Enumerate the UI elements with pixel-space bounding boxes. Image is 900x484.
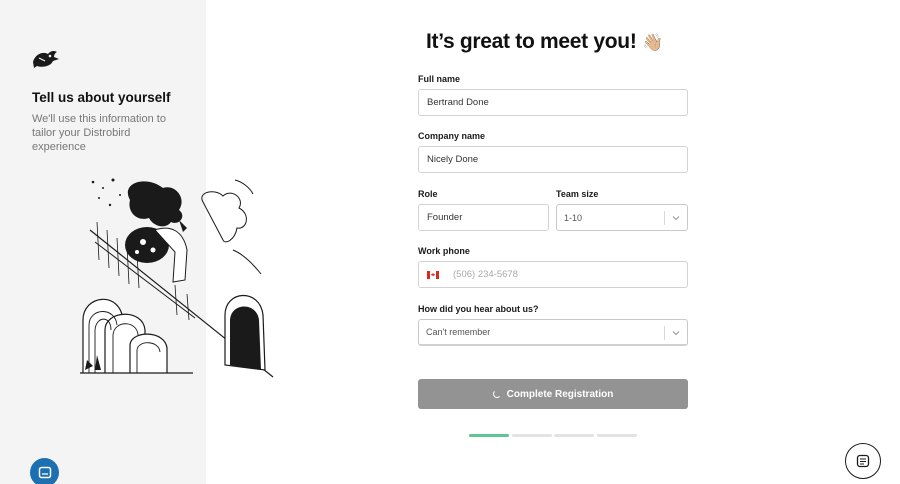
- heard-about-value: Can't remember: [426, 327, 491, 337]
- chevron-down-icon: [672, 216, 680, 221]
- complete-registration-label: Complete Registration: [506, 388, 614, 400]
- select-separator: [664, 326, 665, 340]
- full-name-input[interactable]: Bertrand Done: [418, 89, 688, 116]
- canada-flag-icon[interactable]: [427, 270, 439, 279]
- help-chat-icon: [856, 454, 870, 468]
- page-title: It’s great to meet you! 👋🏼: [426, 30, 663, 54]
- role-value: Founder: [427, 212, 463, 223]
- work-phone-input[interactable]: (506) 234-5678: [418, 261, 688, 288]
- heard-about-select[interactable]: Can't remember: [418, 319, 688, 346]
- complete-registration-button[interactable]: Complete Registration: [418, 379, 688, 409]
- distrobird-logo-icon: [33, 50, 59, 68]
- heard-about-label: How did you hear about us?: [418, 304, 539, 314]
- loading-spinner-icon: [492, 390, 501, 398]
- team-size-label: Team size: [556, 189, 599, 199]
- sidebar-description: We'll use this information to tailor you…: [32, 113, 166, 153]
- company-name-value: Nicely Done: [427, 154, 479, 165]
- progress-step-2: [512, 434, 552, 437]
- full-name-value: Bertrand Done: [427, 97, 489, 108]
- role-input[interactable]: Founder: [418, 204, 549, 231]
- page-title-text: It’s great to meet you!: [426, 30, 637, 53]
- waving-hand-icon: 👋🏼: [642, 33, 663, 52]
- select-separator: [664, 211, 665, 225]
- sidebar: Tell us about yourself We'll use this in…: [0, 0, 274, 484]
- team-size-select[interactable]: 1-10: [556, 204, 688, 231]
- full-name-label: Full name: [418, 74, 461, 84]
- progress-step-1: [469, 434, 509, 437]
- chevron-down-icon: [672, 331, 680, 336]
- progress-step-4: [597, 434, 637, 437]
- progress-step-3: [554, 434, 594, 437]
- role-label: Role: [418, 189, 438, 199]
- help-chat-button[interactable]: [845, 443, 881, 479]
- work-phone-placeholder: (506) 234-5678: [453, 269, 518, 280]
- sidebar-title: Tell us about yourself: [32, 90, 171, 105]
- work-phone-label: Work phone: [418, 246, 470, 256]
- person-sliding-illustration: [80, 178, 274, 378]
- chat-bubble-icon: [38, 466, 51, 478]
- company-name-input[interactable]: Nicely Done: [418, 146, 688, 173]
- team-size-value: 1-10: [564, 212, 583, 223]
- chat-bubble-button[interactable]: [30, 458, 59, 484]
- company-name-label: Company name: [418, 131, 486, 141]
